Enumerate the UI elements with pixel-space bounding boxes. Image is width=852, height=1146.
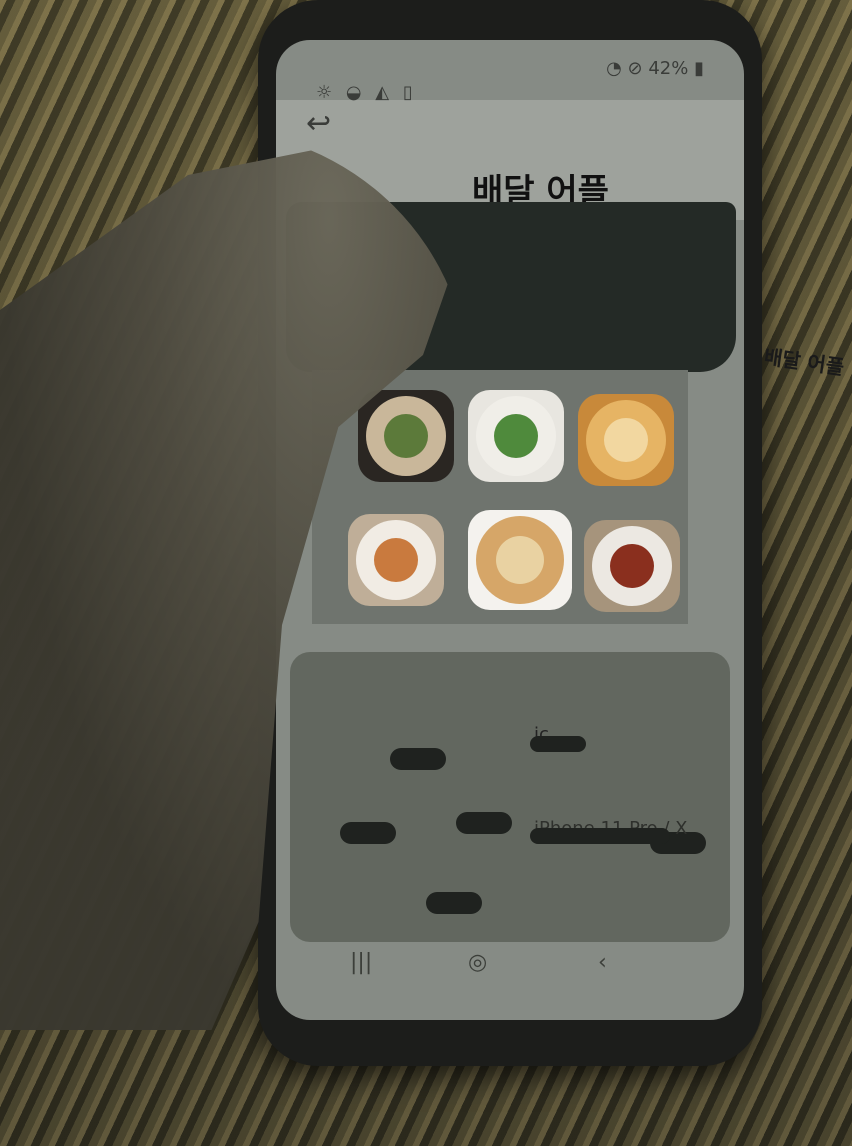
back-nav-icon[interactable]: ‹ [598,950,607,975]
redaction-mark [456,812,512,834]
food-tile-brunch[interactable] [348,514,444,606]
redaction-mark [426,892,482,914]
food-tile-ramen[interactable] [578,394,674,486]
wifi-icon: ◔ [606,58,622,79]
notification-icons: ☼ ◒ ◭ ▯ [316,82,417,103]
redaction-mark [530,828,670,844]
battery-icon: ▮ [694,58,704,79]
food-tile-jjamppong[interactable] [584,520,680,612]
redaction-mark [390,748,446,770]
redaction-mark [530,736,586,752]
info-panel [290,652,730,942]
recents-icon[interactable]: ||| [350,950,372,975]
mute-icon: ⊘ [627,58,643,79]
food-tile-hotpot[interactable] [358,390,454,482]
redaction-mark [340,822,396,844]
status-right-group: ◔ ⊘ 42% ▮ [606,58,704,79]
food-tile-pizza[interactable] [468,510,572,610]
status-bar: ☼ ◒ ◭ ▯ ◔ ⊘ 42% ▮ [276,52,744,103]
home-icon[interactable]: ◎ [468,950,487,975]
navigation-bar: ||| ◎ ‹ [276,930,744,1020]
food-tile-salad[interactable] [468,390,564,482]
back-icon[interactable]: ↩ [306,106,331,141]
food-grid [312,370,688,624]
battery-level: 42% [648,58,689,79]
